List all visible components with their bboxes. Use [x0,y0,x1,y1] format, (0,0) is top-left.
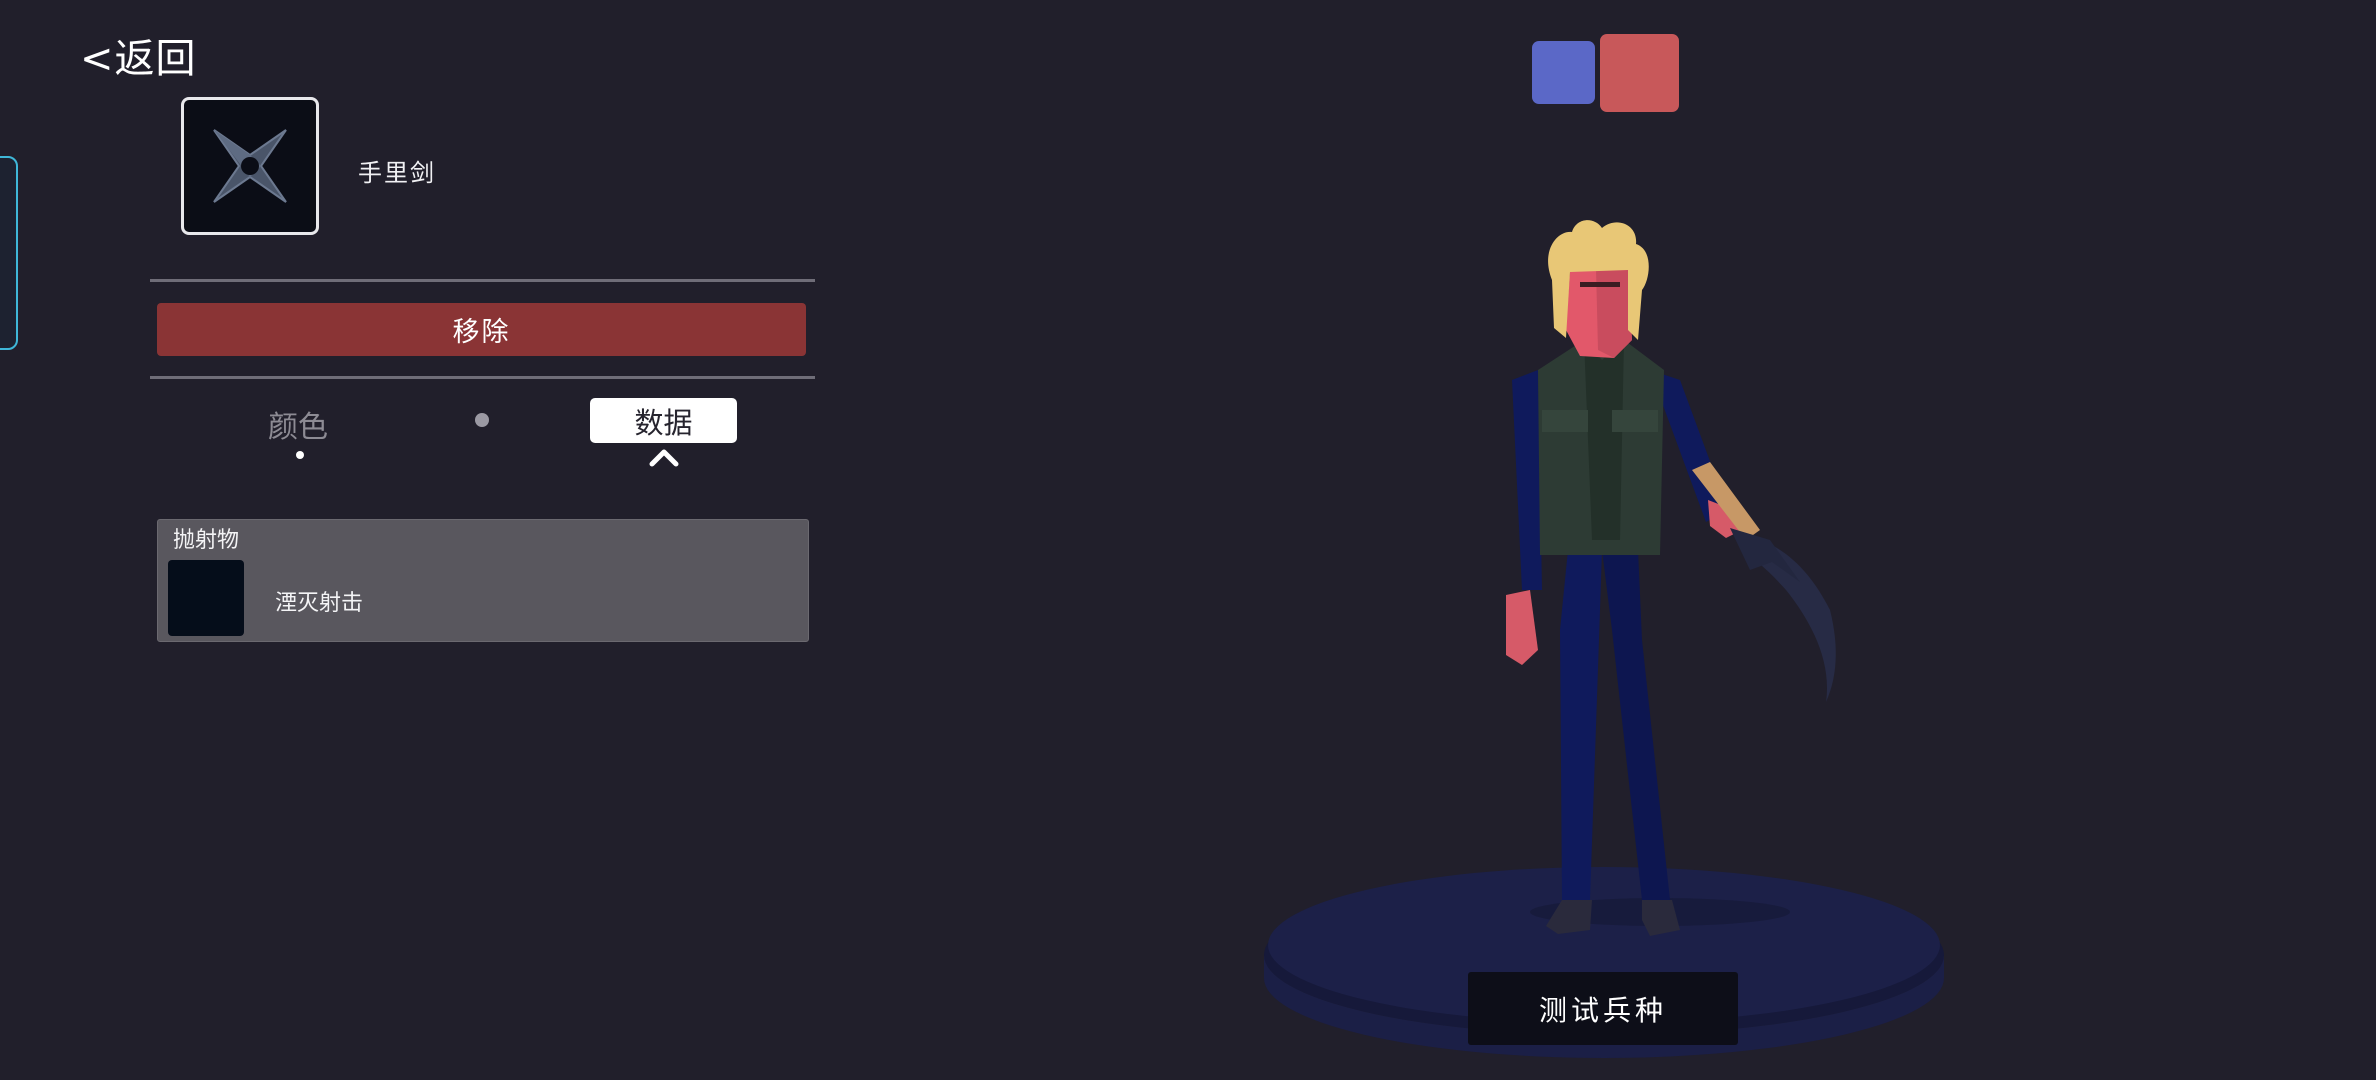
tab-separator-dot [475,413,489,427]
team-red-button[interactable] [1600,34,1679,112]
side-drawer-handle[interactable] [0,156,18,350]
weapon-thumbnail[interactable] [181,97,319,235]
test-unit-button[interactable]: 测试兵种 [1468,972,1738,1045]
character-legs [1560,550,1602,900]
unit-preview[interactable] [1240,210,1980,1070]
shuriken-icon [213,129,287,203]
team-blue-button[interactable] [1532,41,1595,104]
tab-indicator-dot [296,451,304,459]
divider [150,376,815,379]
unit-editor-screen: <返回 手里剑 移除 颜色 数据 抛射物 湮灭射击 测试兵种 [0,0,2376,1080]
divider [150,279,815,282]
remove-button[interactable]: 移除 [157,303,806,356]
back-button[interactable]: <返回 [80,26,197,84]
weapon-name: 手里剑 [358,159,436,187]
projectile-panel-title: 抛射物 [173,528,240,553]
projectile-icon[interactable] [168,560,244,636]
projectile-name: 湮灭射击 [275,591,364,616]
character-arm [1512,370,1542,590]
tab-color[interactable]: 颜色 [268,402,328,446]
projectile-panel: 抛射物 湮灭射击 [157,519,809,642]
chevron-up-icon [649,449,679,467]
tab-data[interactable]: 数据 [590,398,737,443]
